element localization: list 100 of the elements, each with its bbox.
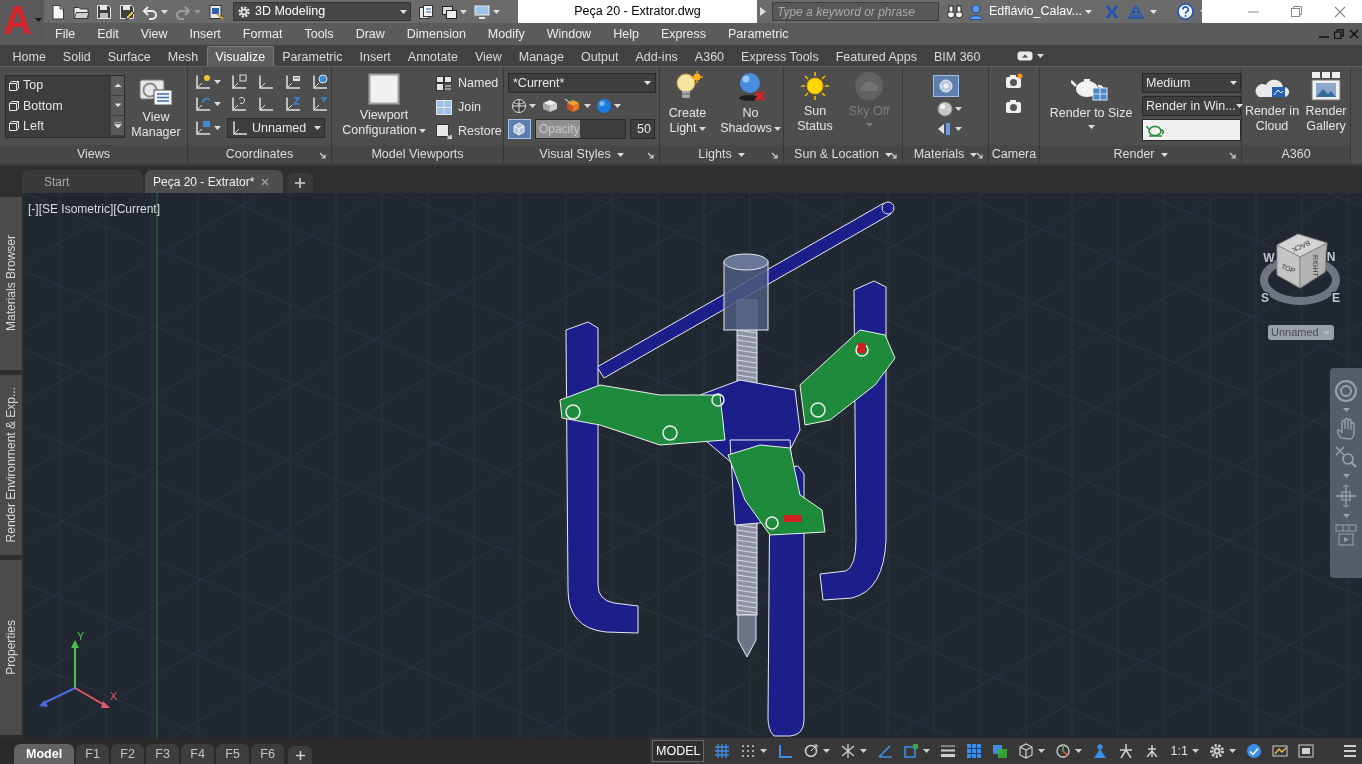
caret-icon[interactable] xyxy=(400,9,407,14)
pan-hand-icon[interactable] xyxy=(1336,418,1356,440)
layout-tab[interactable]: F3 xyxy=(146,744,180,764)
caret-icon[interactable] xyxy=(955,127,962,131)
caret-icon[interactable] xyxy=(1235,104,1243,108)
caret-icon[interactable] xyxy=(616,152,624,157)
person-icon[interactable] xyxy=(1092,743,1109,759)
viewport-configuration-button[interactable]: Viewport Configuration xyxy=(338,67,430,138)
menu-item[interactable]: Tools xyxy=(293,24,345,44)
caret-icon[interactable] xyxy=(161,9,168,14)
axes-icon[interactable] xyxy=(230,74,248,90)
page-pen-icon[interactable] xyxy=(208,3,224,20)
x-ray-toggle-button[interactable] xyxy=(508,119,531,139)
axes-icon[interactable] xyxy=(284,96,302,112)
shaded-box-icon[interactable] xyxy=(541,98,559,114)
stacked-sheets-icon[interactable] xyxy=(418,3,434,20)
ribbon-tab[interactable]: View xyxy=(466,46,511,66)
model-space-button[interactable]: MODEL xyxy=(652,740,705,762)
close-icon[interactable] xyxy=(261,177,270,186)
layout-tab[interactable]: F6 xyxy=(251,744,285,764)
right-angle-icon[interactable] xyxy=(777,743,794,759)
annotation-scale-button[interactable]: 1:1 xyxy=(1170,741,1188,761)
overlapping-squares-icon[interactable] xyxy=(992,743,1009,759)
caret-icon[interactable] xyxy=(698,126,706,131)
layout-tab[interactable]: F1 xyxy=(76,744,110,764)
restore-icon[interactable] xyxy=(1334,29,1344,39)
ribbon-tab[interactable]: Add-ins xyxy=(626,46,687,66)
view-manager-button[interactable]: View Manager xyxy=(130,72,182,140)
view-list-item[interactable]: Bottom xyxy=(6,96,111,116)
document-tab[interactable]: Start xyxy=(22,170,143,193)
caret-icon[interactable] xyxy=(884,152,892,157)
check-circle-icon[interactable] xyxy=(1245,743,1262,759)
menu-item[interactable]: Help xyxy=(602,24,650,44)
dot-grid-icon[interactable] xyxy=(740,743,757,759)
ribbon-tab[interactable]: Home xyxy=(4,46,55,66)
circle-axes-icon[interactable] xyxy=(1055,743,1072,759)
menu-item[interactable]: Parametric xyxy=(717,24,800,44)
caret-icon[interactable] xyxy=(493,9,500,14)
ribbon-tab[interactable]: Insert xyxy=(351,46,400,66)
asterisk-lines-icon[interactable] xyxy=(840,743,857,759)
menu-item[interactable]: Draw xyxy=(344,24,396,44)
viewcube[interactable] xyxy=(1260,233,1340,305)
caret-icon[interactable] xyxy=(1075,749,1083,753)
user-menu-button[interactable]: Edflávio_Calav... xyxy=(989,2,1092,21)
sun-tool-button[interactable]: Sun Status xyxy=(792,71,838,134)
caret-icon[interactable] xyxy=(1230,81,1237,85)
gear-icon[interactable] xyxy=(1208,743,1225,759)
viewport-controls-label[interactable]: [-][SE Isometric][Current] xyxy=(28,200,161,218)
menu-item[interactable]: Format xyxy=(231,24,294,44)
render-destination-dropdown[interactable]: Render in Win... xyxy=(1142,96,1241,116)
grid-icon[interactable] xyxy=(714,743,731,759)
caret-icon[interactable] xyxy=(314,126,321,130)
caret-icon[interactable] xyxy=(584,104,591,108)
viewport-tool-button[interactable]: Restore xyxy=(436,121,502,141)
document-tab[interactable]: Peça 20 - Extrator* xyxy=(145,170,283,193)
layout-tab[interactable]: F4 xyxy=(181,744,215,764)
caret-icon[interactable] xyxy=(1160,152,1168,157)
zoom-icon[interactable] xyxy=(1335,446,1357,468)
caret-icon[interactable] xyxy=(773,126,781,131)
stick-figure-icon[interactable] xyxy=(1118,743,1135,759)
a360-render-button[interactable]: Render in Cloud xyxy=(1243,71,1301,134)
compass-letter[interactable]: W xyxy=(1263,251,1275,265)
close-icon[interactable] xyxy=(1349,29,1359,39)
layout-tab[interactable]: F2 xyxy=(111,744,145,764)
add-layout-button[interactable] xyxy=(288,746,313,764)
light-tool-button[interactable]: No Shadows xyxy=(719,71,782,136)
axes-icon[interactable] xyxy=(194,74,212,90)
light-tool-button[interactable]: Create Light xyxy=(661,71,714,136)
diagonal-arrow-icon[interactable] xyxy=(976,152,983,159)
caret-icon[interactable] xyxy=(214,102,221,106)
ribbon-tab[interactable]: BIM 360 xyxy=(925,46,990,66)
axes-icon[interactable] xyxy=(257,96,275,112)
fullscreen-icon[interactable] xyxy=(1297,743,1314,759)
caret-icon[interactable] xyxy=(823,749,831,753)
view-list-item[interactable]: Top xyxy=(6,75,111,96)
layout-tab[interactable]: F5 xyxy=(216,744,250,764)
axes-icon[interactable] xyxy=(194,96,212,112)
undo-arrow-icon[interactable] xyxy=(142,3,158,20)
caret-icon[interactable] xyxy=(1038,749,1046,753)
caret-icon[interactable] xyxy=(529,104,536,108)
restore-icon[interactable] xyxy=(1291,6,1302,17)
axes-icon[interactable] xyxy=(311,74,329,90)
ucs-dropdown[interactable]: Unnamed xyxy=(227,118,325,138)
menu-icon[interactable] xyxy=(1342,743,1358,759)
caret-icon[interactable] xyxy=(460,9,467,14)
axes-icon[interactable] xyxy=(231,120,249,136)
diagonal-arrow-icon[interactable] xyxy=(647,152,654,159)
caret-icon[interactable] xyxy=(418,128,426,133)
cube-icon[interactable] xyxy=(1018,743,1035,759)
caret-icon[interactable] xyxy=(1037,54,1045,58)
compass-letter[interactable]: N xyxy=(1326,250,1336,264)
ribbon-tab[interactable]: Visualize xyxy=(206,46,274,66)
diagonal-arrow-icon[interactable] xyxy=(319,152,326,159)
binoculars-icon[interactable] xyxy=(947,4,963,19)
palette-tab[interactable]: Materials Browser xyxy=(0,197,22,370)
floppy-pencil-icon[interactable] xyxy=(119,3,135,20)
ribbon-tab[interactable]: Solid xyxy=(54,46,100,66)
help-icon[interactable] xyxy=(1176,3,1194,20)
caret-icon[interactable] xyxy=(1084,9,1092,14)
menu-item[interactable]: File xyxy=(44,24,87,44)
